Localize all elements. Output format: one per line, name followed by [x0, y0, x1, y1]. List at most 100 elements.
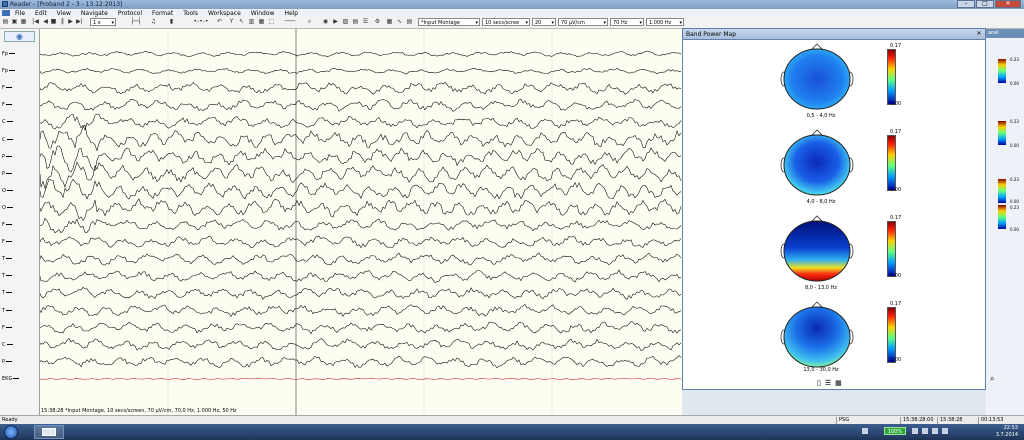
side-scale-max-3: 0.23	[1010, 177, 1019, 182]
band-power-map-window: Band Power Map ✕ 0.17 0.00 0,5 - 4,0 Hz …	[682, 28, 986, 390]
channel-label[interactable]: O	[2, 188, 13, 194]
title-bar: Reader - [Proband 2 - 3 - 13.12.2013] – …	[0, 0, 1024, 9]
map-icon[interactable]: ▨	[342, 19, 349, 25]
samplerate-select[interactable]: 1.000 Hz	[646, 18, 684, 26]
trace-icon[interactable]: ∿	[396, 19, 403, 25]
print-icon[interactable]: ▦	[835, 379, 842, 387]
page-icon[interactable]: ▯	[817, 379, 821, 387]
ruler-icon[interactable]: ├─┤	[126, 19, 146, 25]
open-icon[interactable]: ▤	[2, 19, 9, 25]
first-page-icon[interactable]: |◀	[32, 19, 39, 25]
previous-page-icon[interactable]: ◀	[42, 19, 49, 25]
layout-icon[interactable]: ▤	[352, 19, 359, 25]
baseline-icon[interactable]: ───	[280, 19, 300, 25]
tray-app-icon[interactable]	[862, 428, 868, 434]
save-icon[interactable]: ▣	[11, 19, 18, 25]
timebase-select[interactable]: 10 secs/scree	[482, 18, 530, 26]
menu-navigate[interactable]: Navigate	[76, 10, 113, 17]
menu-format[interactable]: Format	[147, 10, 178, 17]
channel-label[interactable]: EKG	[2, 376, 19, 382]
zoom-range-icon[interactable]: •-•-•	[190, 19, 212, 25]
clock[interactable]: 22:53 3.7.2014	[996, 425, 1018, 439]
highcut-select[interactable]: 70 Hz	[610, 18, 644, 26]
topomap-band-3	[780, 215, 854, 282]
close-button[interactable]: ✕	[995, 0, 1021, 8]
channel-label[interactable]: P	[2, 154, 12, 160]
flag-icon[interactable]: ▤	[406, 19, 413, 25]
channel-label[interactable]: C	[2, 137, 13, 143]
eeg-trace	[39, 51, 682, 58]
magnifier-icon[interactable]: ⌕	[990, 374, 994, 384]
print-icon[interactable]: ▦	[20, 19, 27, 25]
windows-start-icon[interactable]	[4, 425, 18, 439]
channel-label[interactable]: C	[2, 342, 13, 348]
menu-workspace[interactable]: Workspace	[203, 10, 246, 17]
channels-select[interactable]: 20	[532, 18, 556, 26]
channel-label[interactable]: T	[2, 256, 12, 262]
channel-label[interactable]: F	[2, 325, 12, 331]
channel-label[interactable]: F	[2, 85, 12, 91]
band-power-map-titlebar[interactable]: Band Power Map ✕	[683, 29, 985, 40]
channel-label[interactable]: C	[2, 119, 13, 125]
menu-protocol[interactable]: Protocol	[113, 10, 147, 17]
menu-help[interactable]: Help	[279, 10, 303, 17]
channel-label[interactable]: T	[2, 273, 12, 279]
eye-icon[interactable]: ◉	[4, 31, 35, 42]
close-icon[interactable]: ✕	[975, 30, 983, 37]
play-icon[interactable]: ▶	[67, 19, 74, 25]
cursor-icon[interactable]: ↖	[238, 19, 245, 25]
channel-label[interactable]: P	[2, 171, 12, 177]
chart-icon[interactable]: ▥	[248, 19, 255, 25]
side-colorbar-1	[998, 59, 1006, 83]
eeg-trace	[39, 287, 682, 300]
tray-volume-icon[interactable]	[932, 428, 938, 434]
menu-view[interactable]: View	[52, 10, 76, 17]
select-box-icon[interactable]: ⬚	[268, 19, 275, 25]
menu-file[interactable]: File	[10, 10, 30, 17]
speed-select[interactable]: 1 x	[90, 18, 116, 26]
window-title: Reader - [Proband 2 - 3 - 13.12.2013]	[10, 1, 123, 8]
channel-label[interactable]: P	[2, 359, 12, 365]
video-icon[interactable]: ▶	[332, 19, 339, 25]
channel-label[interactable]: T	[2, 290, 12, 296]
channel-label[interactable]: Fp	[2, 68, 15, 74]
side-panel: anel 0.23 0.00 0.23 0.00 0.23 0.00 0.23 …	[986, 29, 1024, 415]
stop-icon[interactable]: ■	[50, 19, 57, 25]
channel-label[interactable]: F	[2, 102, 12, 108]
menu-edit[interactable]: Edit	[30, 10, 52, 17]
sensitivity-select[interactable]: 70 µV/cm	[558, 18, 608, 26]
eeg-trace-area[interactable]	[39, 29, 682, 415]
channel-label[interactable]: O	[2, 205, 13, 211]
channel-label[interactable]: T	[2, 308, 12, 314]
battery-indicator[interactable]: 100%	[884, 427, 906, 435]
undo-icon[interactable]: ↶	[216, 19, 223, 25]
side-scale-min-4: 0.00	[1010, 227, 1019, 232]
next-page-icon[interactable]: ▶|	[76, 19, 83, 25]
channel-label[interactable]: F	[2, 222, 12, 228]
menu-tools[interactable]: Tools	[178, 10, 203, 17]
colorbar-3	[887, 221, 896, 277]
tray-shield-icon[interactable]	[912, 428, 918, 434]
minimize-button[interactable]: –	[957, 0, 975, 8]
marker-icon[interactable]: ▮	[168, 19, 175, 25]
menu-window[interactable]: Window	[246, 10, 280, 17]
camera-icon[interactable]: ◉	[322, 19, 329, 25]
scale-min-3: 0.00	[890, 273, 902, 279]
channel-label[interactable]: Fp	[2, 51, 15, 57]
filter-icon[interactable]: Y	[228, 19, 235, 25]
zoom-icon[interactable]: ⌕	[306, 19, 313, 25]
tray-flag-icon[interactable]	[942, 428, 948, 434]
settings-icon[interactable]: ⚙	[374, 19, 381, 25]
tray-network-icon[interactable]	[922, 428, 928, 434]
list-icon[interactable]: ☰	[362, 19, 369, 25]
maximize-button[interactable]: □	[976, 0, 994, 8]
montage-select[interactable]: *Input Montage	[418, 18, 480, 26]
band-power-map-footer: ▯ ☰ ▦	[817, 379, 842, 387]
channel-label[interactable]: F	[2, 239, 12, 245]
montage-edit-icon[interactable]: ▦	[386, 19, 393, 25]
music-note-icon[interactable]: ♫	[150, 19, 157, 25]
grid-icon[interactable]: ▦	[258, 19, 265, 25]
taskbar-reader-button[interactable]	[34, 425, 64, 439]
pause-icon[interactable]: ‖	[59, 19, 66, 25]
settings-list-icon[interactable]: ☰	[825, 379, 831, 387]
